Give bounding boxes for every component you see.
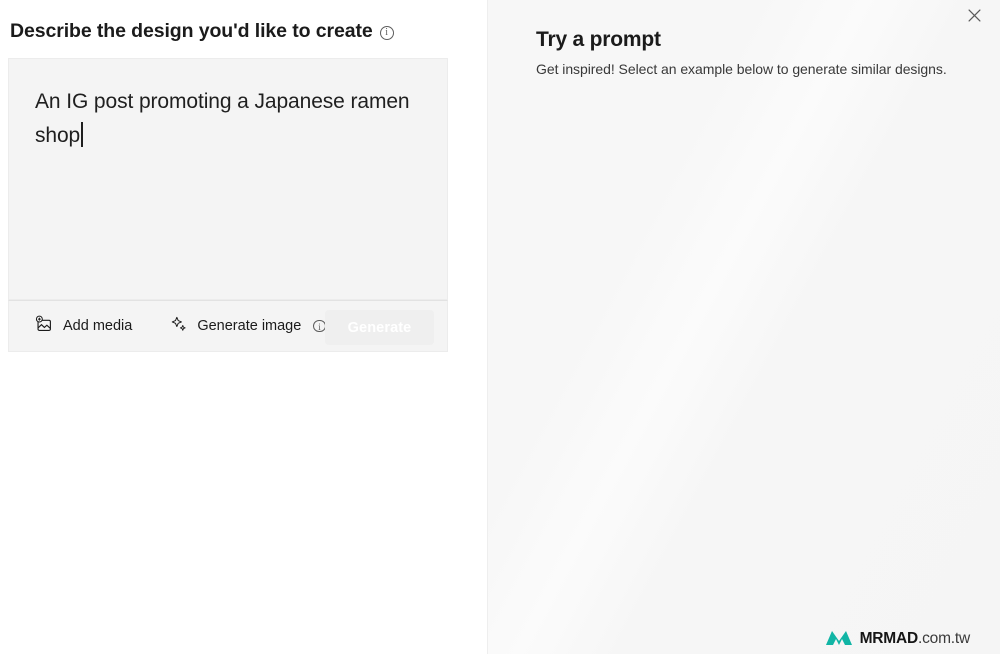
mrmad-logo-icon: [825, 631, 852, 645]
info-icon[interactable]: [379, 26, 394, 40]
close-button[interactable]: [960, 4, 988, 30]
ai-designer-dialog: Describe the design you'd like to create…: [0, 0, 1000, 654]
prompt-input[interactable]: An IG post promoting a Japanese ramen sh…: [8, 58, 448, 300]
add-media-button[interactable]: Add media: [29, 309, 138, 343]
prompt-header: Describe the design you'd like to create: [0, 0, 487, 43]
watermark-text: MRMAD.com.tw: [859, 629, 971, 648]
info-icon[interactable]: [313, 319, 326, 333]
try-a-prompt-header: Try a prompt Get inspired! Select an exa…: [488, 0, 1000, 77]
sparkle-icon: [170, 315, 188, 337]
add-image-icon: [35, 315, 54, 338]
prompt-toolbar: Add media Generate image Generate: [8, 300, 448, 352]
try-a-prompt-subtitle: Get inspired! Select an example below to…: [536, 61, 947, 77]
prompt-input-value: An IG post promoting a Japanese ramen sh…: [9, 59, 447, 153]
text-caret: [81, 122, 83, 147]
prompt-panel: Describe the design you'd like to create…: [0, 0, 488, 654]
generate-image-label: Generate image: [197, 318, 302, 334]
generate-button[interactable]: Generate: [325, 310, 434, 345]
add-media-label: Add media: [63, 318, 133, 334]
generate-image-button[interactable]: Generate image: [164, 309, 331, 343]
try-a-prompt-title: Try a prompt: [536, 28, 661, 51]
watermark-domain: .com.tw: [918, 629, 970, 647]
close-icon: [967, 9, 981, 25]
prompt-text: An IG post promoting a Japanese ramen sh…: [35, 90, 416, 147]
watermark-brand: MRMAD: [859, 629, 919, 647]
watermark: MRMAD.com.tw: [825, 629, 970, 648]
page-title: Describe the design you'd like to create: [10, 20, 373, 42]
try-a-prompt-panel: Try a prompt Get inspired! Select an exa…: [488, 0, 1000, 654]
